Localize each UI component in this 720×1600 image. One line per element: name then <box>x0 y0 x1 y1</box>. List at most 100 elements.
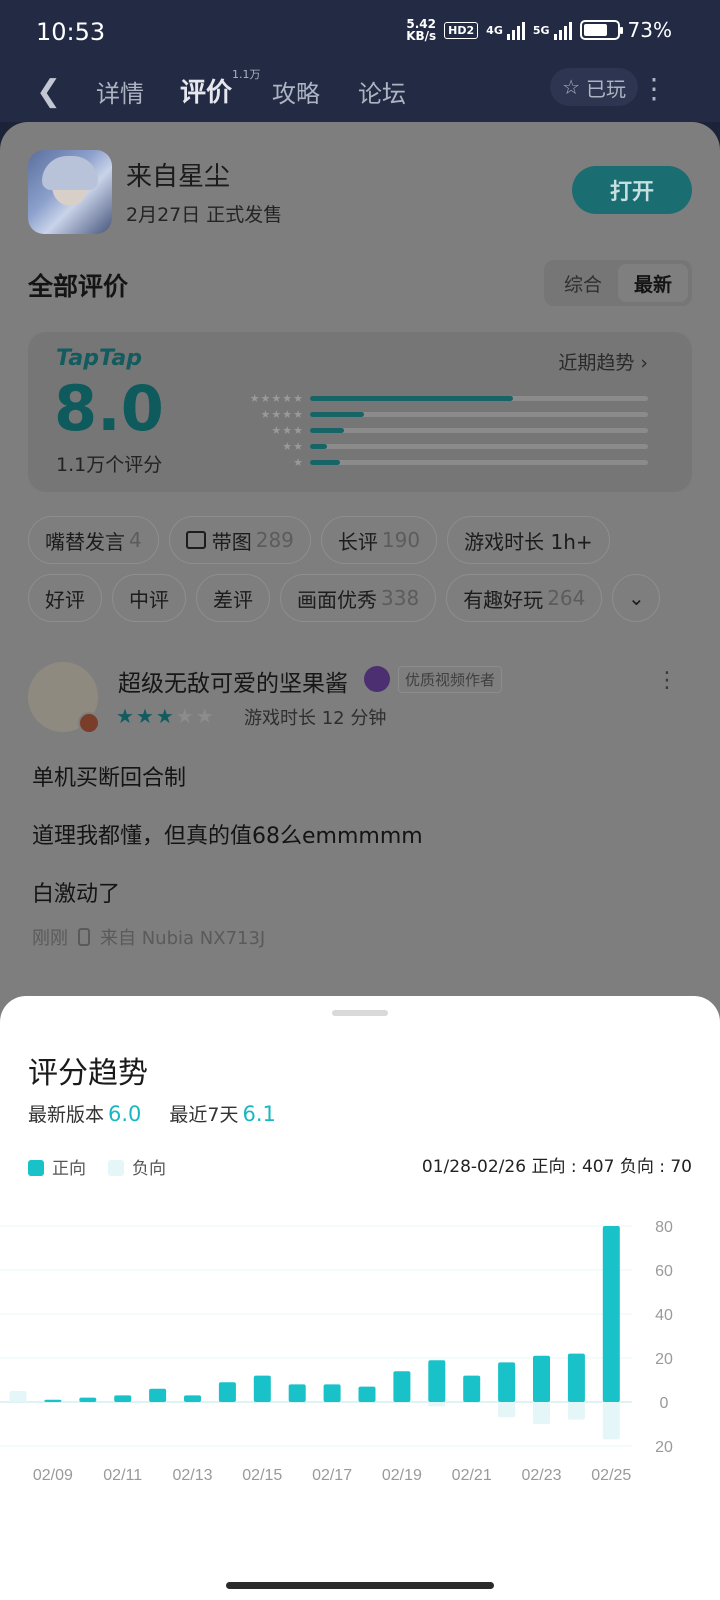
review-author[interactable]: 超级无敌可爱的坚果酱 <box>118 664 348 698</box>
negative-bar <box>498 1402 516 1418</box>
recent-7d-label: 最近7天 <box>169 1104 239 1126</box>
sort-comprehensive[interactable]: 综合 <box>548 264 618 302</box>
rating-bar-track <box>310 459 648 465</box>
tab-guides[interactable]: 攻略 <box>272 74 320 109</box>
back-icon[interactable]: ❮ <box>36 74 61 109</box>
chevron-down-icon[interactable]: ⌄ <box>612 574 661 622</box>
star-icon: ★ <box>155 704 176 728</box>
more-vertical-icon[interactable]: ⋮ <box>656 668 678 693</box>
filter-chip[interactable]: 长评 190 <box>320 516 438 564</box>
positive-bar <box>288 1384 306 1402</box>
chevron-right-icon: › <box>640 352 648 374</box>
sheet-handle[interactable] <box>332 1010 388 1016</box>
open-button[interactable]: 打开 <box>572 166 692 214</box>
negative-bar <box>602 1402 620 1440</box>
positive-bar <box>114 1395 132 1402</box>
recent-7d-score: 6.1 <box>242 1102 276 1126</box>
home-indicator[interactable] <box>226 1582 494 1589</box>
filter-chip-count: 264 <box>547 586 586 610</box>
app-icon[interactable] <box>28 150 112 234</box>
signal-icon <box>506 20 525 40</box>
positive-bar <box>323 1384 341 1402</box>
sort-latest[interactable]: 最新 <box>618 264 688 302</box>
filter-chip[interactable]: 好评 <box>28 574 102 622</box>
filter-chip-count: 4 <box>129 528 142 552</box>
rating-bar-track <box>310 427 648 433</box>
filter-chip[interactable]: 中评 <box>112 574 186 622</box>
filter-chip[interactable]: 嘴替发言 4 <box>28 516 159 564</box>
y-tick-label: 40 <box>655 1307 673 1324</box>
filter-chip-label: 画面优秀 <box>297 587 377 612</box>
positive-bar <box>428 1360 446 1402</box>
y-tick-label: 80 <box>655 1219 673 1236</box>
filter-chip[interactable]: 画面优秀 338 <box>280 574 437 622</box>
chart-summary: 01/28-02/26 正向 : 407 负向 : 70 <box>421 1157 692 1177</box>
hd-badge: HD2 <box>444 21 479 39</box>
legend-negative-swatch <box>108 1160 124 1176</box>
filter-chip-count: 338 <box>381 586 420 610</box>
review-device: 来自 Nubia NX713J <box>100 928 266 949</box>
filter-chip-label: 带图 <box>211 529 252 554</box>
played-button[interactable]: ☆ 已玩 <box>550 68 638 106</box>
rating-row-2-star: ★★ <box>234 438 648 454</box>
x-tick-label: 02/15 <box>242 1467 282 1484</box>
chart-legend: 正向 负向 <box>28 1154 166 1179</box>
filter-chip-label: 游戏时长 1h+ <box>464 529 593 554</box>
tab-details[interactable]: 详情 <box>96 74 144 109</box>
positive-bar <box>463 1375 481 1402</box>
y-tick-label: 20 <box>655 1351 673 1368</box>
tab-reviews-count: 1.1万 <box>232 68 261 81</box>
network-speed: 5.42 KB/s <box>406 17 437 43</box>
trend-link[interactable]: 近期趋势 › <box>558 348 648 375</box>
y-tick-label: 0 <box>660 1395 669 1412</box>
rating-bar <box>310 395 513 401</box>
more-vertical-icon[interactable]: ⋮ <box>640 72 668 105</box>
star-icon: ★ <box>175 704 196 728</box>
star-icon: ★★★★★ <box>249 391 304 405</box>
positive-bar <box>498 1362 516 1402</box>
avatar[interactable] <box>28 662 100 734</box>
filter-chip[interactable]: 游戏时长 1h+ <box>447 516 610 564</box>
filter-chip[interactable]: 差评 <box>196 574 270 622</box>
rating-bar-track <box>310 443 648 449</box>
rating-bar <box>310 443 327 449</box>
legend-positive: 正向 <box>28 1154 86 1179</box>
filter-chip[interactable]: 带图 289 <box>168 516 311 564</box>
page-content: 来自星尘 2月27日 正式发售 打开 全部评价 综合 最新 TapTap 8.0… <box>0 122 720 1022</box>
star-icon: ★ <box>195 704 216 728</box>
filter-chip-count: 289 <box>255 528 294 552</box>
rating-row-1-star: ★ <box>234 454 648 470</box>
trend-chart[interactable]: 80 60 40 20 0 20 02/09 02/11 02/13 02/15 02/17 02/1… <box>0 1196 720 1526</box>
sheet-title: 评分趋势 <box>28 1056 148 1091</box>
version-scores: 最新版本 6.0 最近7天 6.1 <box>28 1100 276 1127</box>
author-tag: 优质视频作者 <box>398 666 503 693</box>
legend-negative: 负向 <box>108 1154 166 1179</box>
x-tick-label: 02/17 <box>312 1467 352 1484</box>
x-tick-label: 02/25 <box>591 1467 631 1484</box>
positive-bar <box>79 1397 97 1402</box>
rating-row-3-star: ★★★ <box>234 422 648 438</box>
played-label: 已玩 <box>586 76 626 101</box>
tab-reviews[interactable]: 评价 <box>180 72 232 109</box>
positive-bar <box>393 1371 411 1402</box>
network-5g-label: 5G <box>532 23 550 37</box>
positive-bar <box>184 1395 201 1402</box>
negative-bar <box>567 1402 585 1420</box>
x-tick-label: 02/21 <box>452 1467 492 1484</box>
status-bar: 10:53 5.42 KB/s HD2 4G 5G 73% <box>0 0 720 62</box>
filter-chip[interactable]: 有趣好玩 264 <box>446 574 603 622</box>
positive-bar <box>218 1382 236 1402</box>
filter-chips: 嘴替发言 4 带图 289 长评 190 游戏时长 1h+ 好评 中评 差评 画面优秀 338 有趣好… <box>28 516 708 632</box>
review-meta: 刚刚 来自 Nubia NX713J <box>32 924 265 950</box>
app-release-date: 2月27日 正式发售 <box>126 204 283 226</box>
tab-forum[interactable]: 论坛 <box>358 74 406 109</box>
review-time: 刚刚 <box>32 928 68 949</box>
latest-version-score: 6.0 <box>108 1102 142 1126</box>
filter-row-2: 好评 中评 差评 画面优秀 338 有趣好玩 264 ⌄ <box>28 574 708 622</box>
x-tick-label: 02/23 <box>521 1467 561 1484</box>
top-nav: ❮ 详情 评价 1.1万 攻略 论坛 ☆ 已玩 ⋮ <box>0 62 720 122</box>
app-name: 来自星尘 <box>126 162 231 192</box>
status-time: 10:53 <box>36 18 106 46</box>
x-tick-label: 02/11 <box>103 1467 142 1484</box>
review-body[interactable]: 单机买断回合制 道理我都懂，但真的值68么emmmmm 白激动了 <box>32 750 423 924</box>
